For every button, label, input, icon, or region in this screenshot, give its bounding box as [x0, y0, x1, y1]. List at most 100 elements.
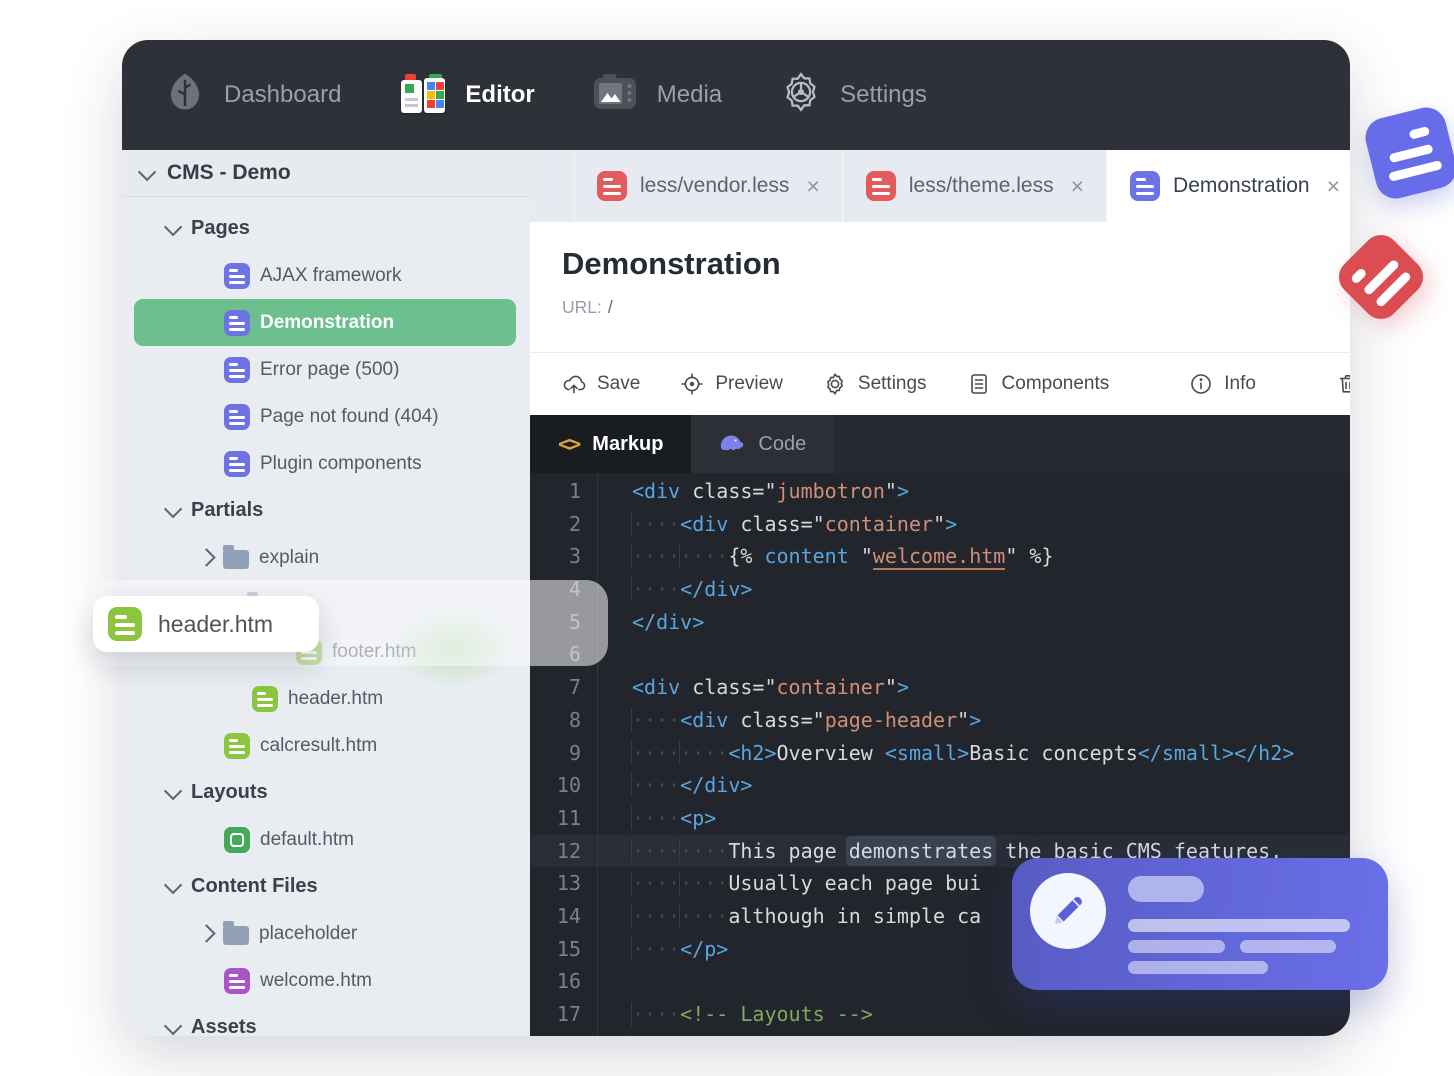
- tab-label: Demonstration: [1173, 174, 1310, 197]
- nav-label: Settings: [840, 81, 927, 108]
- code-line-text: ········Usually each page bui: [631, 871, 982, 896]
- line-number: 8: [530, 703, 598, 737]
- chevron-down-icon: [163, 1016, 183, 1036]
- page-file-icon: [1130, 171, 1161, 201]
- code-line: 7 <div class="container">: [530, 671, 1350, 704]
- line-number: 2: [530, 507, 598, 541]
- line-number: 16: [530, 965, 598, 998]
- chevron-down-icon: [137, 162, 157, 181]
- tab-less-theme[interactable]: less/theme.less ×: [842, 150, 1108, 222]
- gear-icon: [826, 373, 843, 395]
- drag-file-label: header.htm: [158, 610, 274, 637]
- nav-item-media[interactable]: Media: [593, 72, 722, 119]
- tree-label: Demonstration: [260, 311, 395, 333]
- line-number: 12: [530, 834, 598, 868]
- tree-label: calcresult.htm: [260, 734, 378, 756]
- code-line-text: ····<div class="container">: [631, 511, 958, 536]
- nav-item-dashboard[interactable]: Dashboard: [164, 71, 341, 120]
- page-file-icon: [224, 450, 250, 477]
- code-line-text: ········although in simple ca: [631, 903, 982, 928]
- close-icon[interactable]: ×: [806, 173, 819, 200]
- tab-code[interactable]: Code: [691, 415, 835, 473]
- tree-label: welcome.htm: [260, 969, 372, 991]
- sidebar-item-plugin-components[interactable]: Plugin components: [122, 440, 530, 487]
- tab-label: less/theme.less: [908, 174, 1054, 197]
- code-line: 2 ····<div class="container">: [530, 507, 1350, 541]
- chevron-down-icon: [163, 499, 183, 519]
- stylesheet-file-icon: [597, 171, 627, 201]
- sidebar-section-content-files[interactable]: Content Files: [122, 863, 530, 910]
- tab-demonstration[interactable]: Demonstration ×: [1107, 150, 1350, 222]
- code-line-text: <div class="jumbotron">: [632, 479, 909, 503]
- october-leaf-icon: [164, 71, 206, 120]
- nav-item-settings[interactable]: Settings: [780, 71, 927, 120]
- target-icon: [681, 373, 703, 395]
- sidebar-item-page-not-found-404[interactable]: Page not found (404): [122, 393, 530, 440]
- document-header: Demonstration URL: /: [530, 222, 1350, 352]
- line-number: 15: [530, 932, 598, 966]
- sidebar-folder-placeholder[interactable]: placeholder: [122, 910, 530, 957]
- sidebar-item-demonstration[interactable]: Demonstration: [134, 299, 516, 346]
- code-line: 11 ····<p>: [530, 801, 1350, 835]
- sidebar-section-pages[interactable]: Pages: [122, 205, 530, 252]
- page-file-icon: [224, 356, 250, 383]
- tree-label: Content Files: [191, 875, 318, 897]
- sidebar-theme-header[interactable]: CMS - Demo: [122, 150, 530, 197]
- line-number: 3: [530, 540, 598, 574]
- chevron-right-icon: [197, 924, 216, 943]
- edit-info-card: [1012, 858, 1388, 990]
- preview-button[interactable]: Preview: [680, 372, 783, 396]
- info-button[interactable]: Info: [1189, 372, 1256, 396]
- close-icon[interactable]: ×: [1327, 173, 1340, 200]
- sidebar-folder-explain[interactable]: explain: [122, 534, 530, 581]
- tree-label: default.htm: [260, 828, 354, 850]
- sidebar-section-assets[interactable]: Assets: [122, 1004, 530, 1036]
- sidebar-item-error-page-500[interactable]: Error page (500): [122, 346, 530, 393]
- tree-label: Assets: [191, 1016, 257, 1036]
- sidebar-section-partials[interactable]: Partials: [122, 487, 530, 534]
- code-line: 6: [530, 638, 1350, 672]
- tab-markup[interactable]: <> Markup: [530, 415, 692, 473]
- tab-less-vendor[interactable]: less/vendor.less ×: [574, 150, 843, 222]
- code-line-text: ····<p>: [631, 805, 717, 830]
- top-nav: Dashboard Editor Media Settings: [122, 40, 1350, 150]
- code-line: 5</div>: [530, 605, 1350, 639]
- page-title: Demonstration: [562, 246, 781, 281]
- nav-label: Dashboard: [224, 81, 342, 108]
- tree-label: Error page (500): [260, 358, 400, 380]
- tree-label: Layouts: [191, 781, 268, 803]
- sidebar-item-calcresult-htm[interactable]: calcresult.htm: [122, 722, 530, 769]
- nav-label: Editor: [465, 81, 535, 108]
- stylesheet-file-icon: [865, 171, 896, 201]
- code-line: 4····</div>: [530, 573, 1350, 606]
- theme-name: CMS - Demo: [167, 161, 291, 184]
- line-number: 11: [530, 801, 598, 835]
- code-brackets-icon: <>: [558, 432, 581, 456]
- sidebar-item-default-htm[interactable]: default.htm: [122, 816, 530, 863]
- tree-label: Pages: [191, 217, 250, 239]
- code-line: 18····<h2>Layouts </h2>: [530, 1030, 1350, 1036]
- line-number: 14: [530, 899, 598, 933]
- code-line-text: ····<!-- Layouts -->: [631, 1002, 873, 1026]
- delete-button[interactable]: [1336, 372, 1350, 396]
- partial-file-icon: [252, 685, 278, 712]
- close-icon[interactable]: ×: [1071, 173, 1084, 200]
- settings-button[interactable]: Settings: [823, 372, 927, 396]
- drag-preview-card[interactable]: header.htm: [93, 596, 319, 652]
- code-line-text: ····</p>: [631, 936, 729, 961]
- sidebar-item-welcome-htm[interactable]: welcome.htm: [122, 957, 530, 1004]
- components-button[interactable]: Components: [967, 372, 1109, 396]
- sidebar-item-ajax-framework[interactable]: AJAX framework: [122, 252, 530, 299]
- code-line-text: ····</div>: [631, 773, 753, 798]
- code-line: 9 ········<h2>Overview <small>Basic conce…: [530, 736, 1350, 770]
- php-elephant-icon: [719, 430, 745, 458]
- layout-file-icon: [224, 826, 250, 853]
- chevron-down-icon: [163, 781, 183, 801]
- url-value: /: [607, 297, 613, 317]
- toolbar: Save Preview Settings Components Info: [530, 352, 1350, 415]
- line-number: 18: [530, 1030, 598, 1036]
- sidebar-section-layouts[interactable]: Layouts: [122, 769, 530, 816]
- chevron-right-icon: [197, 548, 216, 567]
- nav-item-editor[interactable]: Editor: [399, 74, 535, 116]
- save-button[interactable]: Save: [562, 372, 640, 396]
